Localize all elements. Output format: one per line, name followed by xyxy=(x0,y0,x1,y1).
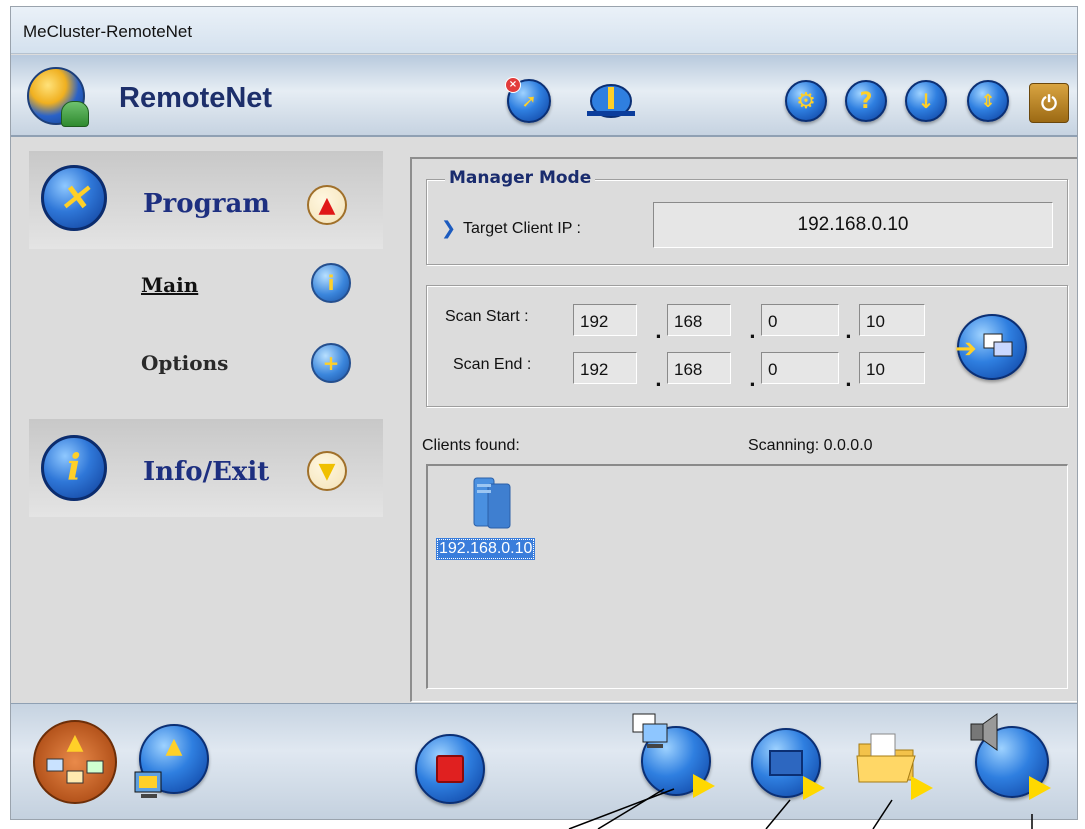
play-audio-stream-icon[interactable] xyxy=(1029,776,1051,800)
info-icon: i xyxy=(41,435,107,501)
tools-icon: ✕ xyxy=(41,165,107,231)
list-item[interactable]: 192.168.0.10 xyxy=(436,538,536,560)
main-panel: Manager Mode ❯ Target Client IP : 192.16… xyxy=(410,157,1077,702)
sidebar: ✕ Program ▲ Main i Options + i Info/Exit… xyxy=(29,151,383,696)
help-icon[interactable]: ? xyxy=(845,80,887,122)
app-window: MeCluster-RemoteNet RemoteNet ➚ × ⚙ ? ↓ … xyxy=(10,6,1078,820)
scan-start-octet-2[interactable]: 168 xyxy=(667,304,731,336)
expand-down-icon[interactable]: ▼ xyxy=(307,451,347,491)
info-exit-label: Info/Exit xyxy=(143,457,270,487)
scanning-status: Scanning: 0.0.0.0 xyxy=(748,437,873,454)
app-logo-icon xyxy=(27,67,89,127)
target-client-ip-field[interactable]: 192.168.0.10 xyxy=(653,202,1053,248)
download-icon[interactable]: ↓ xyxy=(905,80,947,122)
power-icon[interactable]: ⏻ xyxy=(1029,83,1069,123)
computer-icon[interactable] xyxy=(468,474,514,532)
scan-start-octet-1[interactable]: 192 xyxy=(573,304,637,336)
info-exit-section-header[interactable]: i Info/Exit ▼ xyxy=(29,419,383,517)
manager-mode-group: Manager Mode ❯ Target Client IP : 192.16… xyxy=(426,168,1068,265)
sidebar-item-main[interactable]: Main xyxy=(141,273,198,297)
scan-network-icon[interactable]: ➔ xyxy=(955,314,1027,380)
scan-end-octet-3[interactable]: 0 xyxy=(761,352,839,384)
sidebar-item-options[interactable]: Options xyxy=(141,351,228,375)
play-file-transfer-icon[interactable] xyxy=(911,776,933,800)
collapse-up-icon[interactable]: ▲ xyxy=(307,185,347,225)
scan-end-octet-4[interactable]: 10 xyxy=(859,352,925,384)
play-remote-desktop-icon[interactable] xyxy=(693,774,715,798)
scan-range-group: Scan Start : 192 . 168 . 0 . 10 Scan End… xyxy=(426,285,1068,407)
stop-button[interactable] xyxy=(415,734,485,804)
arrow-right-icon: ❯ xyxy=(441,218,457,239)
manager-mode-title: Manager Mode xyxy=(445,168,596,188)
window-title: MeCluster-RemoteNet xyxy=(23,22,193,41)
app-name: RemoteNet xyxy=(119,82,273,114)
clients-list[interactable]: 192.168.0.10 xyxy=(426,464,1068,689)
updown-icon[interactable]: ⇕ xyxy=(967,80,1009,122)
bottom-toolbar: ▲ ▲ xyxy=(11,703,1077,819)
program-label: Program xyxy=(143,189,270,219)
clients-found-label: Clients found: xyxy=(422,437,520,454)
target-client-ip-label: Target Client IP : xyxy=(463,220,581,237)
title-bar: MeCluster-RemoteNet xyxy=(11,7,1077,54)
options-plus-icon[interactable]: + xyxy=(311,343,351,383)
program-section-header[interactable]: ✕ Program ▲ xyxy=(29,151,383,249)
connect-disconnect-icon[interactable]: ➚ × xyxy=(505,77,551,123)
network-icon[interactable] xyxy=(585,79,637,123)
play-video-stream-icon[interactable] xyxy=(803,776,825,800)
single-view-icon[interactable]: ▲ xyxy=(134,724,209,798)
top-toolbar: RemoteNet ➚ × ⚙ ? ↓ ⇕ ⏻ xyxy=(11,55,1077,137)
scan-start-octet-4[interactable]: 10 xyxy=(859,304,925,336)
info-person-icon[interactable]: i xyxy=(311,263,351,303)
scan-start-octet-3[interactable]: 0 xyxy=(761,304,839,336)
scan-end-label: Scan End : xyxy=(453,356,532,373)
settings-icon[interactable]: ⚙ xyxy=(785,80,827,122)
scan-end-octet-2[interactable]: 168 xyxy=(667,352,731,384)
scan-start-label: Scan Start : xyxy=(445,308,529,325)
cluster-view-icon[interactable]: ▲ xyxy=(33,720,117,804)
scan-end-octet-1[interactable]: 192 xyxy=(573,352,637,384)
